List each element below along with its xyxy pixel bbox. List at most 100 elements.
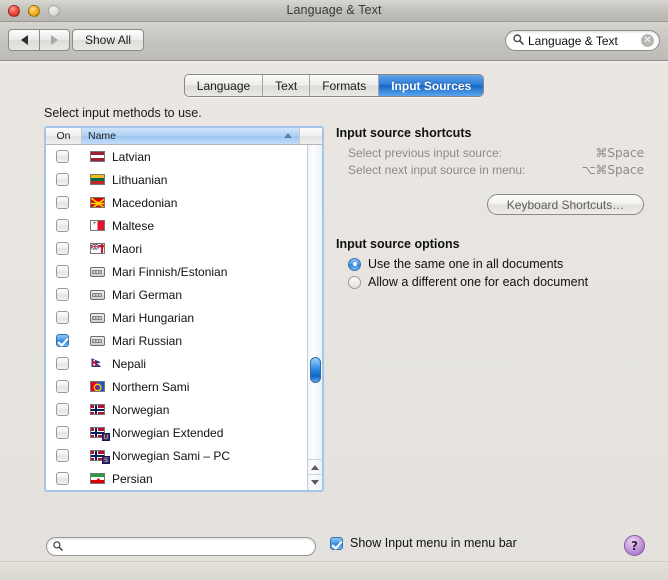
list-vertical-scrollbar[interactable] [307,145,322,490]
preferences-window: Language & Text Show All Language & Text… [0,0,668,580]
row-checkbox[interactable] [56,311,69,324]
flag-norway-icon: U [87,427,110,441]
help-button[interactable]: ? [624,535,645,556]
keyboard-icon [87,335,107,346]
row-checkbox[interactable] [56,265,69,278]
tab-text[interactable]: Text [263,75,311,96]
flag-lithuania-icon [87,174,107,185]
table-row[interactable]: Northern Sami [46,375,307,398]
table-row[interactable]: Maltese [46,214,307,237]
row-label: Maori [112,241,143,256]
row-checkbox[interactable] [56,219,69,232]
column-header-on[interactable]: On [46,128,82,144]
row-checkbox[interactable] [56,449,69,462]
table-row[interactable]: Mari Finnish/Estonian [46,260,307,283]
row-checkbox[interactable] [56,150,69,163]
flag-macedonia-icon [87,197,107,208]
tab-formats[interactable]: Formats [310,75,380,96]
table-row[interactable]: Persian [46,467,307,490]
row-checkbox[interactable] [56,196,69,209]
row-checkbox[interactable] [56,403,69,416]
back-button[interactable] [8,29,39,51]
table-row[interactable]: Nepali [46,352,307,375]
toolbar-search-field[interactable]: Language & Text ✕ [505,30,660,51]
row-checkbox[interactable] [56,173,69,186]
caret-down-icon [311,480,319,485]
scrollbar-track[interactable] [308,145,322,460]
shortcut-row-previous: Select previous input source: ⌘Space [348,146,644,160]
row-checkbox[interactable] [56,426,69,439]
table-row[interactable]: Lithuanian [46,168,307,191]
search-icon [53,538,63,556]
input-source-options-title: Input source options [336,237,460,251]
shortcut-row-next: Select next input source in menu: ⌥⌘Spac… [348,163,644,177]
table-row[interactable]: Norwegian [46,398,307,421]
row-checkbox[interactable] [56,334,69,347]
flag-sami-icon [87,381,107,392]
list-header: On Name [46,128,322,145]
row-label: Mari German [112,287,183,302]
shortcut-key: ⌥⌘Space [581,163,644,177]
row-label: Norwegian Extended [112,425,224,440]
row-label: Mari Russian [112,333,183,348]
table-row[interactable]: S Norwegian Sami – PC [46,444,307,467]
scrollbar-thumb[interactable] [310,357,321,383]
clear-icon[interactable]: ✕ [641,34,654,47]
radio-button[interactable] [348,275,361,289]
row-label: Latvian [112,149,151,164]
radio-label: Use the same one in all documents [368,257,564,271]
row-label: Persian [112,471,153,486]
table-row[interactable]: Latvian [46,145,307,168]
preferences-content: Language Text Formats Input Sources Sele… [0,61,668,580]
row-label: Mari Finnish/Estonian [112,264,228,279]
row-label: Lithuanian [112,172,168,187]
tab-input-sources[interactable]: Input Sources [379,75,484,96]
table-row[interactable]: Mari Hungarian [46,306,307,329]
window-bottom-edge [0,561,668,580]
radio-row-same-all-documents[interactable]: Use the same one in all documents [348,257,644,271]
row-checkbox[interactable] [56,357,69,370]
radio-button[interactable] [348,257,361,271]
flag-nepal-icon [87,357,107,370]
input-sources-list[interactable]: On Name Latvian Lithuanian Macedonian Ma… [44,126,324,492]
radio-row-different-each-document[interactable]: Allow a different one for each document [348,275,644,289]
tab-language[interactable]: Language [184,75,264,96]
row-checkbox[interactable] [56,380,69,393]
keyboard-shortcuts-button[interactable]: Keyboard Shortcuts… [487,194,644,215]
column-header-name[interactable]: Name [82,128,300,144]
row-checkbox[interactable] [56,472,69,485]
search-icon [513,32,524,50]
input-sources-search-field[interactable] [46,537,316,556]
toolbar: Show All Language & Text ✕ [0,22,668,61]
row-label: Norwegian [112,402,170,417]
variant-badge: S [102,456,110,464]
window-titlebar: Language & Text [0,0,668,22]
chevron-left-icon [20,35,28,45]
toolbar-search-value: Language & Text [528,33,618,48]
table-row[interactable]: Mari German [46,283,307,306]
scroll-up-button[interactable] [308,459,322,475]
flag-norway-icon [87,404,107,415]
show-all-button[interactable]: Show All [72,29,145,51]
row-checkbox[interactable] [56,288,69,301]
show-input-menu-label: Show Input menu in menu bar [350,536,517,550]
scroll-down-button[interactable] [308,474,322,490]
table-row[interactable]: Macedonian [46,191,307,214]
radio-label: Allow a different one for each document [368,275,589,289]
table-row[interactable]: U Norwegian Extended [46,421,307,444]
flag-maori-icon [87,243,107,254]
row-label: Norwegian Sami – PC [112,448,231,463]
shortcut-key: ⌘Space [595,146,644,160]
show-input-menu-checkbox[interactable] [330,536,343,550]
row-checkbox[interactable] [56,242,69,255]
show-input-menu-row[interactable]: Show Input menu in menu bar [330,536,517,550]
flag-iran-icon [87,473,107,484]
window-title: Language & Text [286,3,382,17]
right-panel: Input source shortcuts Select previous i… [336,126,644,293]
column-header-spacer [300,128,322,144]
table-row[interactable]: Maori [46,237,307,260]
chevron-right-icon [51,35,58,45]
table-row[interactable]: Mari Russian [46,329,307,352]
caret-up-icon [311,465,319,470]
tab-bar: Language Text Formats Input Sources [0,74,668,97]
